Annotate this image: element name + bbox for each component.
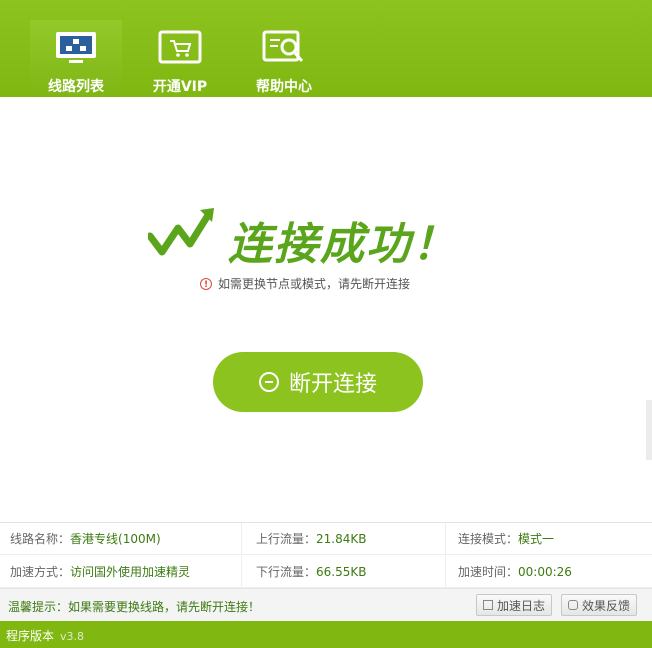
line-name-value: 香港专线(100M) — [70, 532, 161, 546]
time-cell: 加速时间：00:00:26 — [446, 556, 652, 588]
top-toolbar: 线路列表 开通VIP 帮助中心 — [0, 0, 652, 97]
help-search-icon — [262, 30, 304, 62]
upload-cell: 上行流量：21.84KB — [242, 523, 446, 555]
connection-info: 线路名称：香港专线(100M) 上行流量：21.84KB 连接模式：模式一 加速… — [0, 522, 652, 589]
method-value: 访问国外使用加速精灵 — [70, 565, 191, 579]
download-cell: 下行流量：66.55KB — [242, 556, 446, 588]
version-info: 程序版本 v3.8 — [6, 627, 84, 644]
method-label: 加速方式： — [10, 565, 71, 579]
mode-label: 连接模式： — [458, 532, 519, 546]
status-footer: 程序版本 v3.8 — [0, 621, 652, 648]
log-button[interactable]: 加速日志 — [476, 594, 553, 616]
disconnect-label: 断开连接 — [288, 372, 377, 397]
mode-value: 模式一 — [518, 532, 555, 546]
route-list-icon — [56, 32, 96, 63]
time-value: 00:00:26 — [518, 565, 572, 579]
success-headline: 连接成功！ — [228, 219, 458, 270]
log-icon — [483, 600, 493, 610]
line-name-label: 线路名称： — [10, 532, 71, 546]
download-value: 66.55KB — [316, 565, 367, 579]
line-name-cell: 线路名称：香港专线(100M) — [0, 523, 242, 555]
tab-help[interactable]: 帮助中心 — [238, 20, 330, 97]
method-cell: 加速方式：访问国外使用加速精灵 — [0, 556, 242, 588]
tip-bar: 温馨提示：如果需要更换线路，请先断开连接！ — [0, 588, 652, 622]
log-button-label: 加速日志 — [497, 598, 546, 613]
main-panel — [0, 97, 652, 522]
version-value: v3.8 — [60, 630, 85, 643]
scrollbar[interactable] — [646, 400, 652, 460]
upload-label: 上行流量： — [256, 532, 317, 546]
success-check-icon — [148, 208, 214, 256]
reconnect-notice: ! 如需更换节点或模式，请先断开连接 — [200, 275, 410, 292]
time-label: 加速时间： — [458, 565, 519, 579]
mode-cell: 连接模式：模式一 — [446, 523, 652, 555]
upload-value: 21.84KB — [316, 532, 367, 546]
notice-text: 如需更换节点或模式，请先断开连接 — [218, 277, 411, 291]
success-banner: 连接成功！ — [148, 206, 468, 270]
warning-icon: ! — [200, 277, 212, 290]
tip-text: 温馨提示：如果需要更换线路，请先断开连接！ — [8, 600, 261, 614]
minus-circle-icon — [258, 372, 279, 392]
feedback-icon — [568, 600, 578, 610]
tab-label: 线路列表 — [48, 79, 104, 95]
disconnect-button[interactable]: 断开连接 — [213, 352, 423, 412]
feedback-button-label: 效果反馈 — [582, 598, 631, 613]
feedback-button[interactable]: 效果反馈 — [561, 594, 638, 616]
tab-label: 开通VIP — [152, 79, 208, 95]
tab-vip[interactable]: 开通VIP — [134, 20, 226, 97]
tab-label: 帮助中心 — [256, 79, 312, 95]
cart-icon — [158, 30, 202, 64]
download-label: 下行流量： — [256, 565, 317, 579]
version-label: 程序版本 — [6, 629, 55, 643]
tab-route-list[interactable]: 线路列表 — [30, 20, 122, 97]
